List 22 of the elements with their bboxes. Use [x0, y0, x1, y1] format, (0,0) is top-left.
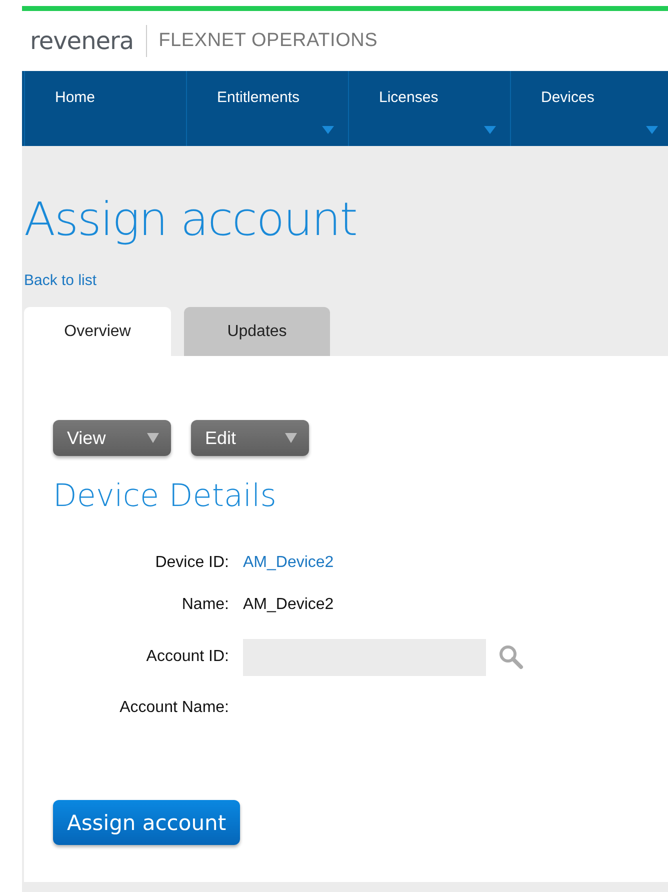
- caret-icon: [147, 433, 159, 443]
- search-icon[interactable]: [498, 644, 524, 670]
- back-link[interactable]: Back to list: [24, 272, 97, 289]
- field-label: Account Name:: [118, 698, 229, 718]
- device-id-link[interactable]: AM_Device2: [243, 554, 334, 572]
- field-label: Account ID:: [145, 647, 229, 667]
- tab[interactable]: Overview: [24, 307, 171, 356]
- menu-button[interactable]: Edit: [191, 420, 309, 456]
- caret-icon: [285, 433, 297, 443]
- field-value: AM_Device2: [243, 596, 334, 614]
- caret-icon: [646, 126, 658, 134]
- tab[interactable]: Updates: [184, 307, 330, 356]
- page-title: Assign account: [24, 192, 358, 246]
- section-title: Device Details: [53, 478, 278, 514]
- assign-account-button[interactable]: Assign account: [53, 800, 240, 845]
- product-name: FLEXNET OPERATIONS: [158, 30, 378, 52]
- logo: revenera: [30, 27, 134, 55]
- caret-icon: [322, 126, 334, 134]
- field-label: Name:: [180, 595, 229, 615]
- menu-button[interactable]: View: [53, 420, 171, 456]
- field-label: Device ID:: [154, 553, 229, 573]
- caret-icon: [484, 126, 496, 134]
